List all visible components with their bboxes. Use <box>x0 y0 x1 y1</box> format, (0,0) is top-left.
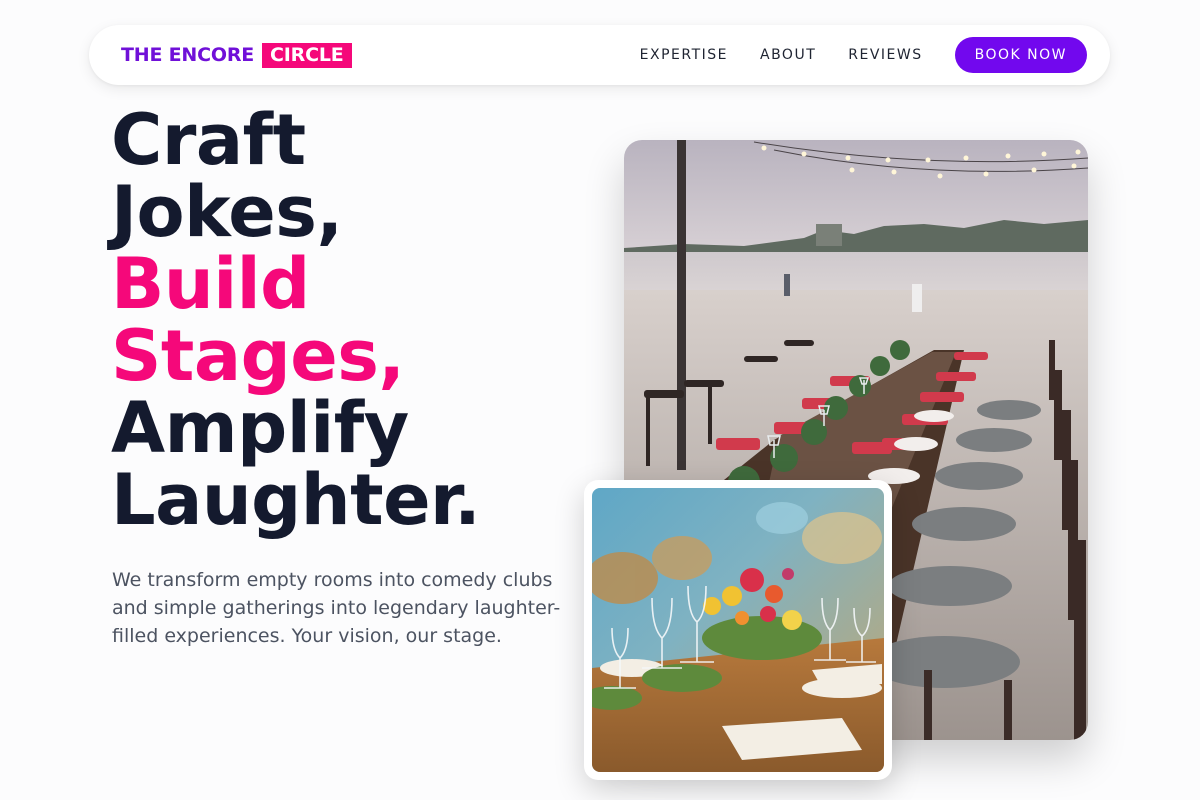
hero-title-line: Craft <box>111 99 306 181</box>
nav-link-about[interactable]: ABOUT <box>760 47 816 63</box>
hero-title-line: Amplify <box>111 387 409 469</box>
brand-name-primary: THE ENCORE <box>121 44 255 66</box>
table-setting-photo-card <box>584 480 892 780</box>
table-setting-image <box>592 488 884 772</box>
book-now-button[interactable]: BOOK NOW <box>954 37 1087 73</box>
hero-title-line: Jokes, <box>111 171 343 253</box>
nav-link-reviews[interactable]: REVIEWS <box>848 47 922 63</box>
navbar: THE ENCORE CIRCLE EXPERTISE ABOUT REVIEW… <box>89 25 1110 85</box>
hero-title-line-highlight: Build <box>111 243 310 325</box>
hero-subtitle: We transform empty rooms into comedy clu… <box>112 569 561 647</box>
brand-name-highlight: CIRCLE <box>262 42 352 68</box>
nav-link-expertise[interactable]: EXPERTISE <box>640 47 728 63</box>
nav-links: EXPERTISE ABOUT REVIEWS BOOK NOW <box>640 37 1087 73</box>
hero-title-line-highlight: Stages, <box>111 315 405 397</box>
hero-title: Craft Jokes, Build Stages, Amplify Laugh… <box>111 99 481 541</box>
brand-logo[interactable]: THE ENCORE CIRCLE <box>121 42 352 68</box>
hero-title-line: Laughter. <box>111 459 481 541</box>
